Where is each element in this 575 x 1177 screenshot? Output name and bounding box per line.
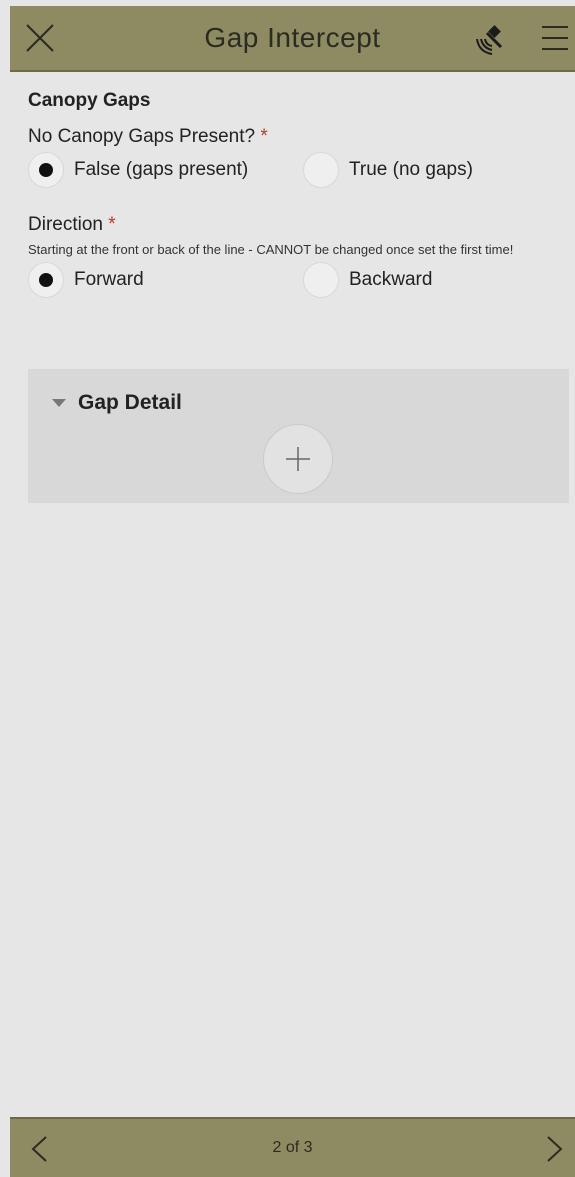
gap-detail-label: Gap Detail [78, 391, 182, 414]
required-mark: * [108, 214, 116, 235]
radio-circle-selected[interactable] [28, 262, 64, 298]
radio-backward[interactable]: Backward [303, 262, 432, 298]
radio-dot [39, 163, 53, 177]
collapse-triangle-icon[interactable] [52, 399, 66, 407]
hamburger-menu-icon[interactable] [540, 24, 570, 52]
direction-label: Direction * [28, 214, 573, 236]
app-header: Gap Intercept [10, 6, 575, 72]
direction-label-text: Direction [28, 214, 103, 235]
pager-bar: 2 of 3 [10, 1117, 575, 1177]
radio-label: Backward [349, 269, 433, 290]
no-gaps-label: No Canopy Gaps Present? * [28, 126, 573, 148]
gap-detail-group: Gap Detail [28, 369, 569, 503]
radio-circle-selected[interactable] [28, 152, 64, 188]
radio-label: False (gaps present) [74, 159, 249, 180]
direction-radio-group: Forward Backward [28, 262, 573, 302]
radio-circle[interactable] [303, 262, 339, 298]
page-indicator: 2 of 3 [272, 1139, 313, 1156]
no-gaps-label-text: No Canopy Gaps Present? [28, 126, 256, 147]
no-gaps-radio-group: False (gaps present) True (no gaps) [28, 152, 573, 192]
radio-dot [39, 273, 53, 287]
gps-satellite-icon[interactable] [475, 21, 509, 55]
required-mark: * [260, 126, 268, 147]
survey-form: Canopy Gaps No Canopy Gaps Present? * Fa… [28, 82, 573, 302]
direction-hint: Starting at the front or back of the lin… [28, 242, 514, 257]
radio-label: Forward [74, 269, 144, 290]
radio-label: True (no gaps) [349, 159, 473, 180]
gap-detail-header[interactable]: Gap Detail [52, 391, 182, 415]
radio-circle[interactable] [303, 152, 339, 188]
radio-true-no-gaps[interactable]: True (no gaps) [303, 152, 473, 188]
chevron-right-icon[interactable] [544, 1135, 566, 1163]
section-title: Canopy Gaps [28, 90, 151, 111]
add-gap-button[interactable] [263, 424, 333, 494]
radio-false-gaps-present[interactable]: False (gaps present) [28, 152, 248, 188]
radio-forward[interactable]: Forward [28, 262, 144, 298]
plus-icon [286, 447, 310, 471]
